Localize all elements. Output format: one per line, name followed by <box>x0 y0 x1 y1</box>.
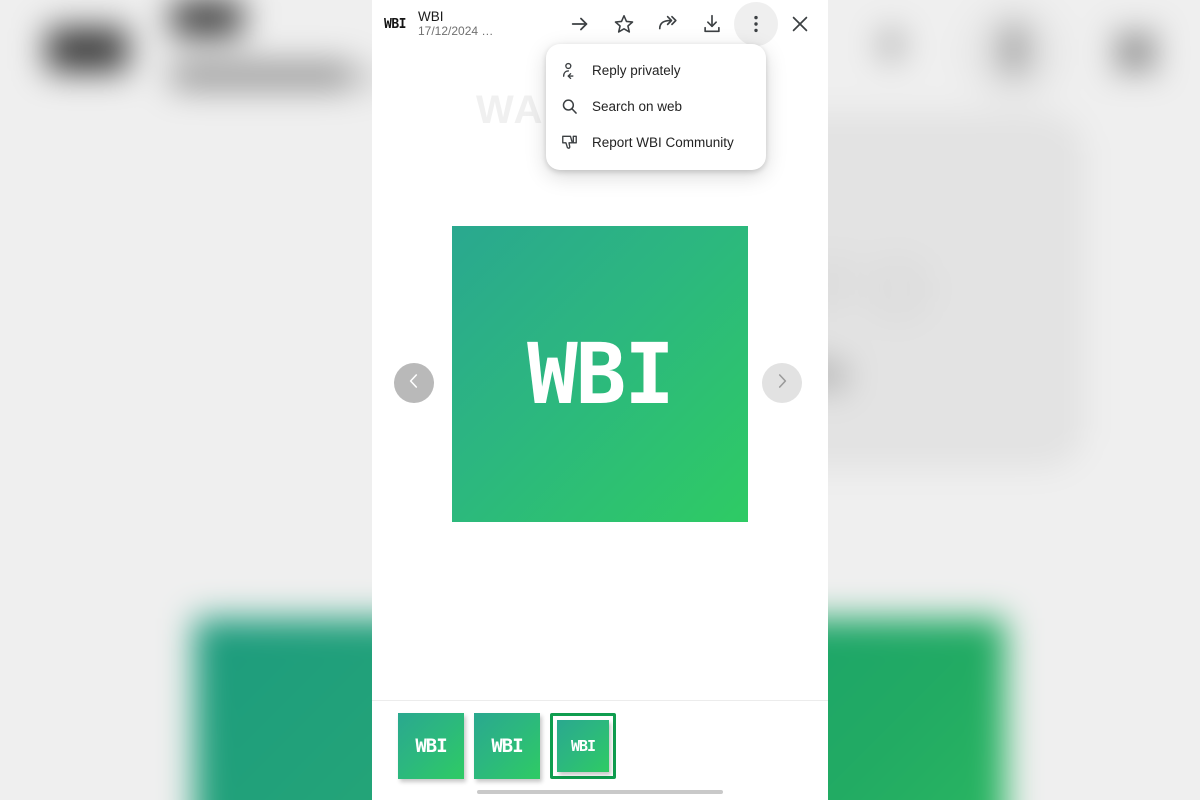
close-button[interactable] <box>778 2 822 46</box>
thumbnail-item[interactable]: WBI <box>398 713 464 779</box>
thumbnail-item[interactable]: WBI <box>474 713 540 779</box>
media-viewer-panel: WABETAINFO WBI WBI 17/12/2024 … <box>372 0 828 800</box>
avatar-label: WBI <box>384 16 406 32</box>
forward-all-icon <box>657 13 679 35</box>
background-close-x-icon <box>1110 30 1162 72</box>
background-avatar <box>46 27 128 72</box>
thumbnail-item-selected[interactable]: WBI <box>550 713 616 779</box>
media-image-stage: WBI <box>372 48 828 700</box>
forward-arrow-button[interactable] <box>558 2 602 46</box>
contact-name: WBI <box>418 8 444 24</box>
star-button[interactable] <box>602 2 646 46</box>
forward-all-button[interactable] <box>646 2 690 46</box>
thumbnail-image: WBI <box>398 713 464 779</box>
viewer-toolbar: WBI WBI 17/12/2024 … <box>372 0 828 48</box>
contact-info[interactable]: WBI 17/12/2024 … <box>418 9 502 39</box>
three-dots-vertical-icon <box>745 13 767 35</box>
contact-avatar-icon[interactable]: WBI <box>372 0 418 48</box>
thumbnail-image: WBI <box>557 720 609 772</box>
chevron-left-icon <box>405 372 423 395</box>
close-x-icon <box>789 13 811 35</box>
more-options-button[interactable] <box>734 2 778 46</box>
previous-image-button[interactable] <box>394 363 434 403</box>
background-subtitle <box>171 63 354 88</box>
chevron-right-icon <box>773 372 791 395</box>
download-icon <box>701 13 723 35</box>
arrow-right-icon <box>569 13 591 35</box>
home-indicator <box>477 790 723 794</box>
star-outline-icon <box>613 13 635 35</box>
download-button[interactable] <box>690 2 734 46</box>
thumbnail-image: WBI <box>474 713 540 779</box>
media-image[interactable]: WBI <box>452 226 748 522</box>
thumbnail-list: WBI WBI WBI <box>398 713 616 779</box>
background-title <box>171 0 243 36</box>
thumbnail-strip: WBI WBI WBI <box>372 700 828 800</box>
thumbnail-label: WBI <box>570 737 596 755</box>
background-three-dots-icon <box>1006 27 1022 72</box>
thumbnail-label: WBI <box>415 735 447 757</box>
thumbnail-label: WBI <box>491 735 523 757</box>
message-timestamp: 17/12/2024 … <box>418 24 494 39</box>
next-image-button[interactable] <box>762 363 802 403</box>
media-image-label: WBI <box>527 325 675 423</box>
screenshot-root: INFO mmunity WABETAINFO WBI WBI 17/12/20… <box>0 0 1200 800</box>
